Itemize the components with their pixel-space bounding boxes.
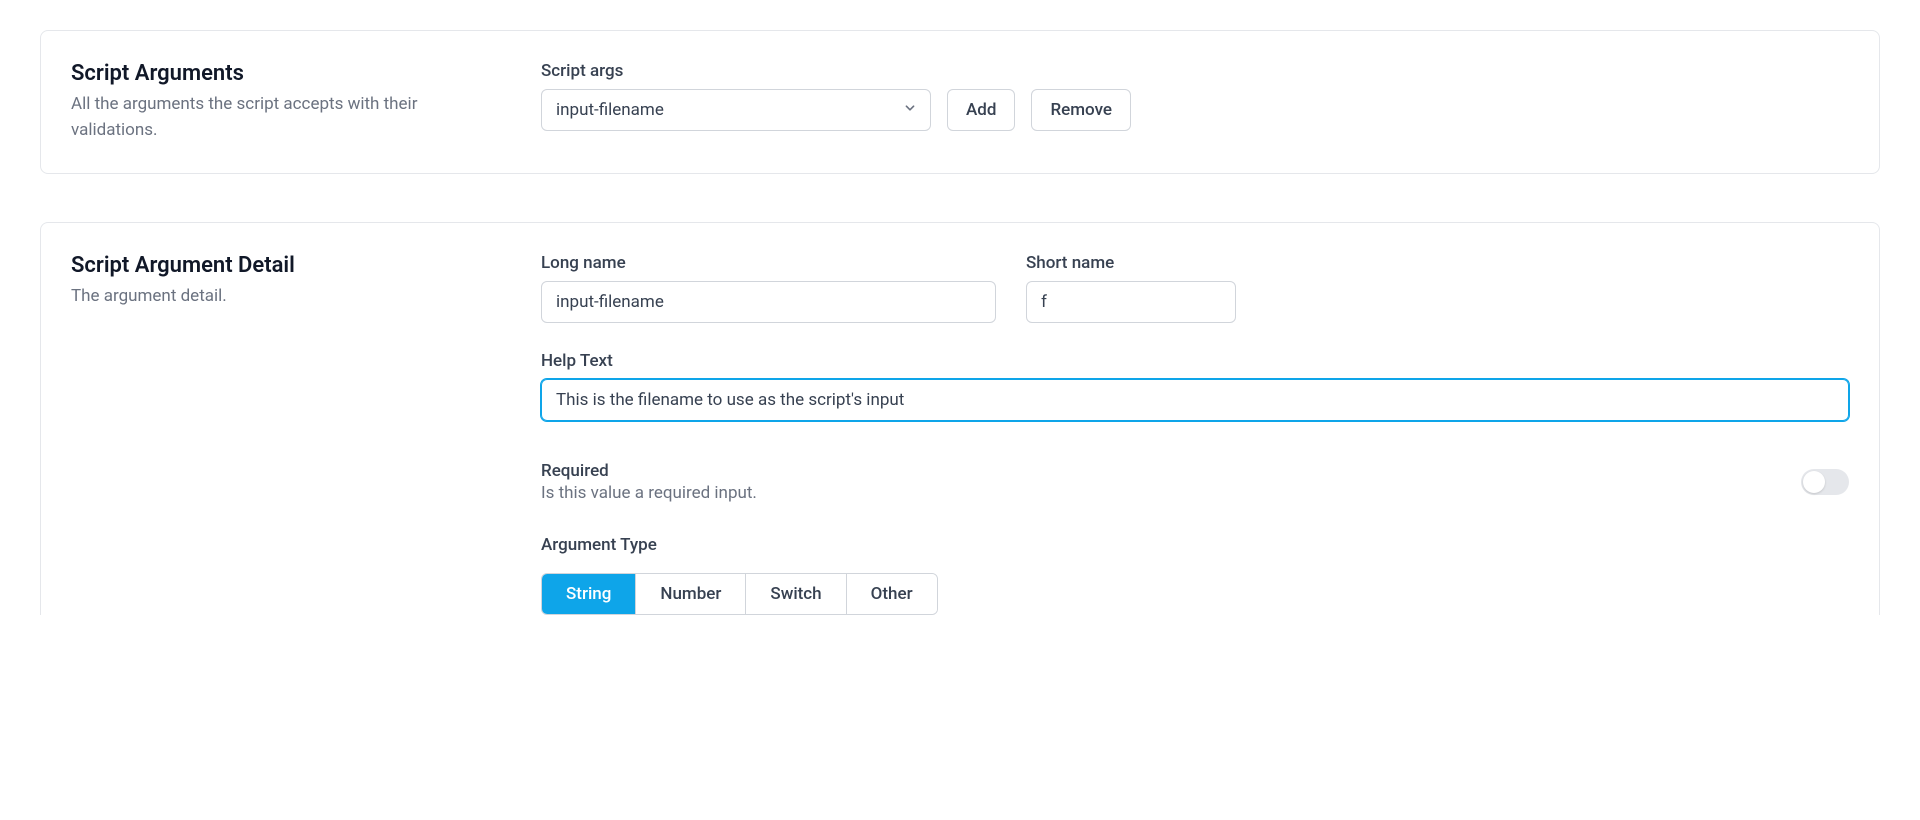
short-name-label: Short name: [1026, 253, 1236, 273]
script-args-select[interactable]: input-filename: [541, 89, 931, 131]
section-subtitle: All the arguments the script accepts wit…: [71, 92, 501, 143]
help-text-group: Help Text: [541, 351, 1849, 421]
card-content-right: Script args input-filename Add Remove: [541, 61, 1849, 143]
section-title: Script Argument Detail: [71, 253, 501, 278]
required-row: Required Is this value a required input.: [541, 461, 1849, 503]
long-name-label: Long name: [541, 253, 996, 273]
section-title: Script Arguments: [71, 61, 501, 86]
card-content-right: Long name Short name Help Text Required …: [541, 253, 1849, 615]
script-argument-detail-card: Script Argument Detail The argument deta…: [40, 222, 1880, 615]
segment-number[interactable]: Number: [636, 574, 746, 614]
toggle-knob: [1803, 471, 1825, 493]
required-description: Is this value a required input.: [541, 483, 757, 503]
script-args-select-wrapper: input-filename: [541, 89, 931, 131]
long-name-group: Long name: [541, 253, 996, 323]
add-button[interactable]: Add: [947, 89, 1015, 131]
card-header-left: Script Argument Detail The argument deta…: [71, 253, 501, 615]
required-text-group: Required Is this value a required input.: [541, 461, 757, 503]
short-name-input[interactable]: [1026, 281, 1236, 323]
short-name-group: Short name: [1026, 253, 1236, 323]
section-subtitle: The argument detail.: [71, 284, 501, 310]
segment-switch[interactable]: Switch: [746, 574, 846, 614]
segment-other[interactable]: Other: [847, 574, 937, 614]
argument-type-group: Argument Type String Number Switch Other: [541, 535, 1849, 615]
name-fields-row: Long name Short name: [541, 253, 1849, 323]
segment-string[interactable]: String: [542, 574, 636, 614]
help-text-input[interactable]: [541, 379, 1849, 421]
argument-type-label: Argument Type: [541, 535, 1849, 555]
required-label: Required: [541, 461, 757, 481]
long-name-input[interactable]: [541, 281, 996, 323]
required-toggle[interactable]: [1801, 469, 1849, 495]
script-args-label: Script args: [541, 61, 1849, 81]
help-text-label: Help Text: [541, 351, 1849, 371]
remove-button[interactable]: Remove: [1031, 89, 1131, 131]
argument-type-segmented: String Number Switch Other: [541, 573, 938, 615]
script-arguments-card: Script Arguments All the arguments the s…: [40, 30, 1880, 174]
script-args-row: input-filename Add Remove: [541, 89, 1849, 131]
card-header-left: Script Arguments All the arguments the s…: [71, 61, 501, 143]
